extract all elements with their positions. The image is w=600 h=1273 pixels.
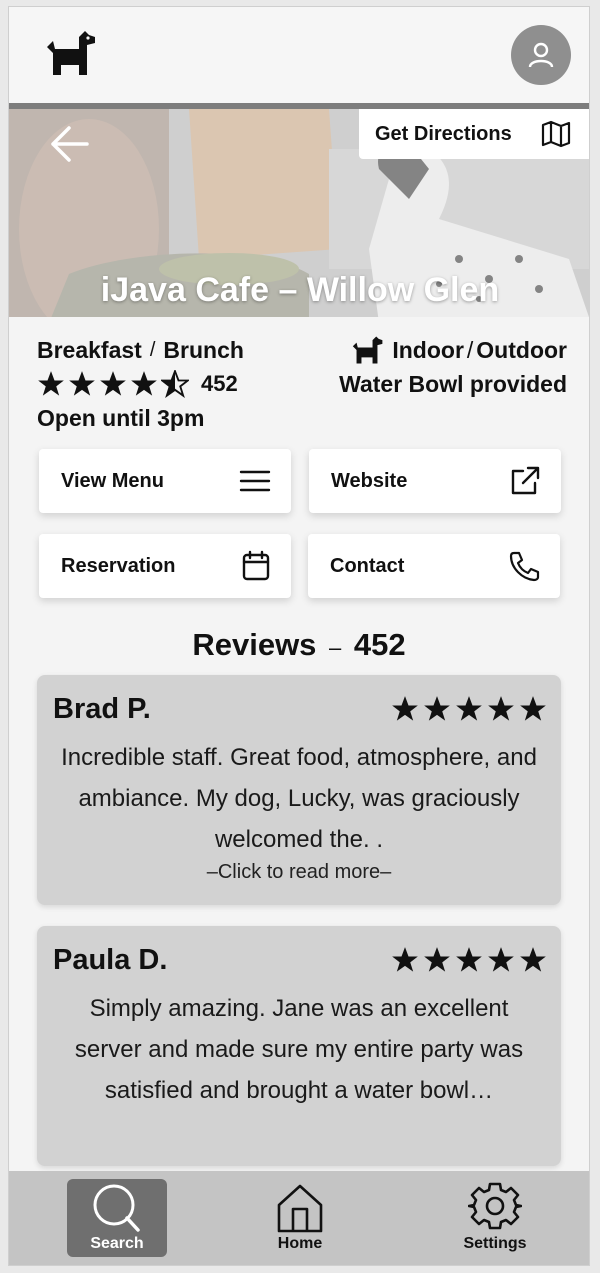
star-full-icon (38, 371, 64, 396)
seating-outdoor: Outdoor (476, 337, 567, 363)
review-stars (391, 946, 547, 974)
star-full-icon (424, 947, 450, 972)
arrow-left-icon[interactable] (47, 121, 93, 167)
gear-icon (468, 1182, 522, 1230)
calendar-icon (242, 550, 270, 581)
star-full-icon (488, 696, 514, 721)
reviews-heading: Reviews – 452 (9, 627, 589, 663)
menu-icon (239, 470, 271, 492)
reviews-title: Reviews (192, 627, 317, 662)
hero-image: Get Directions iJava Cafe – Willow Glen (9, 103, 589, 317)
water-bowl-note: Water Bowl provided (339, 371, 567, 397)
review-text: Incredible staff. Great food, atmosphere… (61, 744, 537, 853)
nav-settings[interactable]: Settings (445, 1179, 545, 1257)
star-full-icon (456, 696, 482, 721)
review-card[interactable]: Paula D. Simply amazing. Jane was an exc… (37, 926, 561, 1166)
star-full-icon (392, 947, 418, 972)
seating-separator: / (466, 337, 474, 363)
reviewer-name: Brad P. (53, 693, 151, 725)
star-full-icon (456, 947, 482, 972)
reservation-button[interactable]: Reservation (39, 534, 291, 598)
nav-home[interactable]: Home (250, 1179, 350, 1257)
get-directions-button[interactable]: Get Directions (359, 109, 589, 159)
star-full-icon (520, 947, 546, 972)
seating-row: Indoor / Outdoor (339, 333, 567, 367)
reviewer-name: Paula D. (53, 944, 168, 976)
star-full-icon (424, 696, 450, 721)
category-breakfast: Breakfast (37, 337, 142, 363)
venue-info: Breakfast / Brunch 452 Open until 3pm (37, 333, 244, 435)
top-bar (9, 7, 589, 103)
website-button[interactable]: Website (309, 449, 561, 513)
contact-button[interactable]: Contact (308, 534, 560, 598)
review-stars (391, 695, 547, 723)
user-icon (528, 42, 554, 68)
bottom-nav: Search Home Settings (9, 1171, 589, 1265)
reviews-count: 452 (353, 627, 406, 662)
reviews-dash: – (329, 635, 342, 660)
star-full-icon (488, 947, 514, 972)
phone-icon (509, 551, 540, 582)
rating-stars (37, 370, 189, 398)
nav-home-label: Home (277, 1235, 323, 1252)
contact-label: Contact (330, 554, 405, 577)
star-full-icon (520, 696, 546, 721)
view-menu-label: View Menu (61, 469, 164, 492)
seating-indoor: Indoor (392, 337, 464, 363)
reservation-label: Reservation (61, 554, 176, 577)
dog-amenities: Indoor / Outdoor Water Bowl provided (339, 333, 567, 401)
hours: Open until 3pm (37, 405, 205, 431)
get-directions-label: Get Directions (375, 122, 512, 145)
search-icon (93, 1184, 140, 1232)
home-icon (277, 1184, 323, 1233)
nav-settings-label: Settings (463, 1235, 527, 1252)
venue-title: iJava Cafe – Willow Glen (100, 271, 500, 309)
nav-search[interactable]: Search (67, 1179, 167, 1257)
website-label: Website (331, 469, 408, 492)
read-more-link[interactable]: –Click to read more– (37, 861, 561, 884)
app-frame: Get Directions iJava Cafe – Willow Glen … (8, 6, 590, 1266)
star-full-icon (69, 371, 95, 396)
dog-icon[interactable] (43, 27, 97, 79)
category-row: Breakfast / Brunch (37, 333, 244, 367)
category-separator: / (149, 339, 156, 361)
external-link-icon (511, 466, 540, 495)
dog-icon (353, 336, 383, 364)
view-menu-button[interactable]: View Menu (39, 449, 291, 513)
category-brunch: Brunch (163, 337, 244, 363)
nav-search-label: Search (90, 1235, 144, 1252)
review-card[interactable]: Brad P. Incredible staff. Great food, at… (37, 675, 561, 905)
star-full-icon (392, 696, 418, 721)
profile-avatar[interactable] (511, 25, 571, 85)
star-full-icon (131, 371, 157, 396)
map-icon (541, 120, 571, 148)
rating-count: 452 (201, 371, 238, 396)
rating-row[interactable]: 452 (37, 367, 244, 401)
star-half-icon (161, 370, 189, 398)
star-full-icon (100, 371, 126, 396)
review-text: Simply amazing. Jane was an excellent se… (74, 995, 524, 1104)
